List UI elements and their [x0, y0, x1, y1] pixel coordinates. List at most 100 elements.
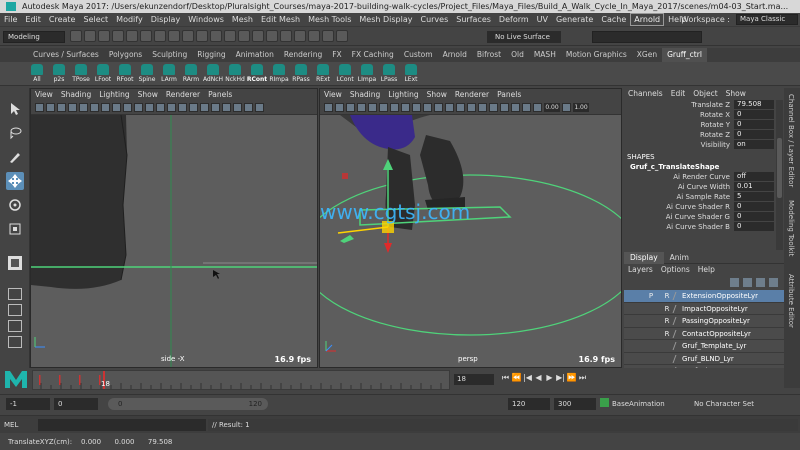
viewport-persp[interactable]: View Shading Lighting Show Renderer Panels 0.…	[319, 88, 622, 368]
shelf-button[interactable]: LArm	[158, 63, 180, 85]
shape-node-name[interactable]: Gruf_c_TranslateShape	[624, 162, 784, 172]
channel-row[interactable]: Rotate Z0	[624, 130, 784, 140]
two-view-layout-icon[interactable]	[8, 304, 22, 316]
resolution-gate-icon[interactable]	[390, 103, 399, 112]
new-empty-layer-icon[interactable]	[756, 278, 765, 287]
channel-value[interactable]: 0.01	[734, 182, 774, 191]
xray-joints-icon[interactable]	[522, 103, 531, 112]
film-gate-icon[interactable]	[90, 103, 99, 112]
viewport-menu-lighting[interactable]: Lighting	[384, 89, 422, 101]
step-back-key-icon[interactable]: ⏪	[511, 373, 522, 382]
viewport-menu-panels[interactable]: Panels	[493, 89, 525, 101]
lasso-tool-icon[interactable]	[6, 124, 24, 142]
open-scene-icon[interactable]	[84, 30, 96, 42]
layer-row[interactable]: R ContactOppositeLyr	[624, 327, 784, 340]
shelf-button[interactable]: p2s	[48, 63, 70, 85]
shelf-tab[interactable]: Motion Graphics	[561, 48, 632, 62]
shelf-button[interactable]: LImpa	[356, 63, 378, 85]
current-frame-field[interactable]: 18	[454, 374, 494, 385]
time-slider[interactable]: 18	[32, 370, 450, 390]
viewport-menu-renderer[interactable]: Renderer	[451, 89, 493, 101]
cb-menu-show[interactable]: Show	[722, 88, 750, 100]
channel-value[interactable]: 0	[734, 130, 774, 139]
channel-row[interactable]: Translate Z 79.508	[624, 100, 784, 110]
channel-row[interactable]: Ai Sample Rate 5	[624, 192, 784, 202]
shelf-tab[interactable]: Animation	[231, 48, 279, 62]
shelf-button[interactable]: LFoot	[92, 63, 114, 85]
cb-menu-object[interactable]: Object	[689, 88, 721, 100]
field-chart-icon[interactable]	[123, 103, 132, 112]
four-view-layout-icon[interactable]	[8, 288, 22, 300]
shelf-button[interactable]: RPass	[290, 63, 312, 85]
channel-value[interactable]: 0	[734, 110, 774, 119]
select-hierarchy-icon[interactable]	[140, 30, 152, 42]
gamma-icon[interactable]	[562, 103, 571, 112]
shelf-tab[interactable]: Custom	[399, 48, 438, 62]
layer-tab-display[interactable]: Display	[624, 252, 664, 264]
viewport-menu-view[interactable]: View	[31, 89, 57, 101]
live-surface-field[interactable]: No Live Surface	[487, 31, 561, 43]
xray-icon[interactable]	[244, 103, 253, 112]
go-to-start-icon[interactable]: ⏮	[500, 373, 511, 383]
menu-curves[interactable]: Curves	[416, 13, 452, 26]
move-layer-up-icon[interactable]	[730, 278, 739, 287]
command-language-toggle[interactable]: MEL	[4, 419, 18, 431]
layer-row[interactable]: R PassingOppositeLyr	[624, 315, 784, 328]
menu-arnold[interactable]: Arnold	[630, 13, 665, 26]
layer-menu-layers[interactable]: Layers	[624, 264, 657, 276]
bookmark-icon[interactable]	[57, 103, 66, 112]
gate-mask-icon[interactable]	[401, 103, 410, 112]
shelf-button[interactable]: AdNcH	[202, 63, 224, 85]
channel-value[interactable]: 0	[734, 202, 774, 211]
ambient-occlusion-icon[interactable]	[200, 103, 209, 112]
lights-icon[interactable]	[178, 103, 187, 112]
side-tab-channel-box[interactable]: Channel Box / Layer Editor	[787, 94, 795, 187]
channel-value[interactable]: 5	[734, 192, 774, 201]
side-tab-modeling-toolkit[interactable]: Modeling Toolkit	[787, 200, 795, 256]
textured-icon[interactable]	[167, 103, 176, 112]
menu-surfaces[interactable]: Surfaces	[452, 13, 495, 26]
motion-blur-icon[interactable]	[211, 103, 220, 112]
scale-tool-icon[interactable]	[6, 220, 24, 238]
resolution-gate-icon[interactable]	[101, 103, 110, 112]
shelf-tab[interactable]: Curves / Surfaces	[28, 48, 104, 62]
channel-row[interactable]: Rotate Y0	[624, 120, 784, 130]
select-object-icon[interactable]	[154, 30, 166, 42]
grid-icon[interactable]	[79, 103, 88, 112]
camera-select-icon[interactable]	[324, 103, 333, 112]
viewport-menu-shading[interactable]: Shading	[346, 89, 384, 101]
shadows-icon[interactable]	[189, 103, 198, 112]
menu-deform[interactable]: Deform	[495, 13, 533, 26]
menu-uv[interactable]: UV	[533, 13, 552, 26]
layer-row[interactable]: Gruf_BLND_Lyr	[624, 352, 784, 365]
anti-alias-icon[interactable]	[489, 103, 498, 112]
single-perspective-layout-icon[interactable]	[6, 254, 24, 272]
workspace-select[interactable]: Maya Classic	[736, 14, 798, 25]
snap-surface-icon[interactable]	[224, 30, 236, 42]
channel-value[interactable]: 0	[734, 120, 774, 129]
image-plane-icon[interactable]	[68, 103, 77, 112]
channel-value[interactable]: off	[734, 172, 774, 181]
camera-icon[interactable]	[322, 30, 334, 42]
anim-end-field[interactable]: 300	[554, 398, 596, 410]
layer-row[interactable]: P R ExtensionOppositeLyr	[624, 290, 784, 303]
shelf-button[interactable]: TPose	[70, 63, 92, 85]
shelf-tab[interactable]: Arnold	[438, 48, 472, 62]
arnold-render-icon[interactable]	[336, 30, 348, 42]
range-slider[interactable]: 0 120	[108, 398, 268, 410]
motion-blur-icon[interactable]	[478, 103, 487, 112]
layer-menu-help[interactable]: Help	[694, 264, 719, 276]
step-back-frame-icon[interactable]: |◀	[522, 373, 533, 382]
snap-curve-icon[interactable]	[196, 30, 208, 42]
menu-display[interactable]: Display	[147, 13, 185, 26]
channel-row[interactable]: Ai Render Curve off	[624, 172, 784, 182]
outliner-layout-icon[interactable]	[8, 320, 22, 332]
play-backwards-icon[interactable]: ◀	[533, 373, 544, 382]
rotate-tool-icon[interactable]	[6, 196, 24, 214]
viewport-menu-shading[interactable]: Shading	[57, 89, 95, 101]
shelf-tab[interactable]: Rigging	[192, 48, 230, 62]
move-tool-icon[interactable]	[6, 172, 24, 190]
menu-cache[interactable]: Cache	[597, 13, 630, 26]
viewport-menu-lighting[interactable]: Lighting	[95, 89, 133, 101]
wireframe-icon[interactable]	[412, 103, 421, 112]
